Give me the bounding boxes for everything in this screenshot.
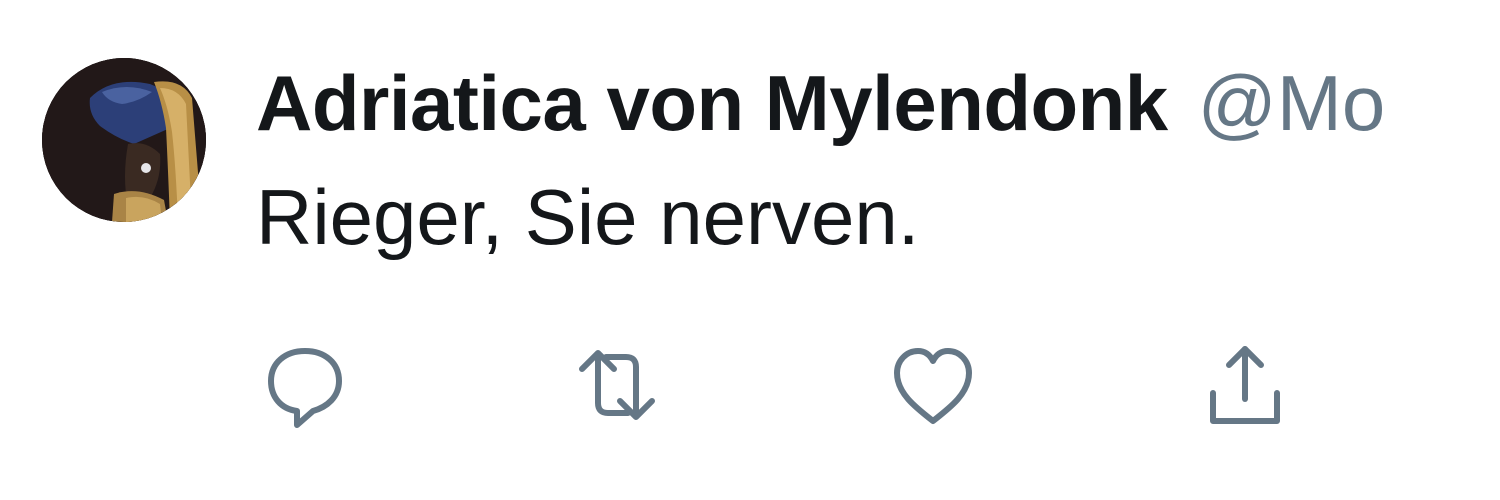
tweet: Adriatica von Mylendonk @Mo Rieger, Sie …: [0, 0, 1500, 500]
avatar[interactable]: [42, 58, 206, 222]
display-name[interactable]: Adriatica von Mylendonk: [256, 58, 1168, 149]
tweet-actions: [0, 330, 1500, 440]
share-button[interactable]: [1190, 330, 1300, 440]
tweet-header: Adriatica von Mylendonk @Mo: [256, 58, 1385, 148]
reply-icon: [268, 348, 342, 428]
like-icon: [894, 348, 972, 424]
user-handle[interactable]: @Mo: [1198, 58, 1386, 149]
reply-button[interactable]: [250, 330, 360, 440]
share-icon: [1210, 346, 1280, 424]
retweet-icon: [579, 350, 655, 420]
avatar-image: [42, 58, 206, 222]
retweet-button[interactable]: [562, 330, 672, 440]
like-button[interactable]: [878, 330, 988, 440]
tweet-text: Rieger, Sie nerven.: [256, 173, 920, 261]
